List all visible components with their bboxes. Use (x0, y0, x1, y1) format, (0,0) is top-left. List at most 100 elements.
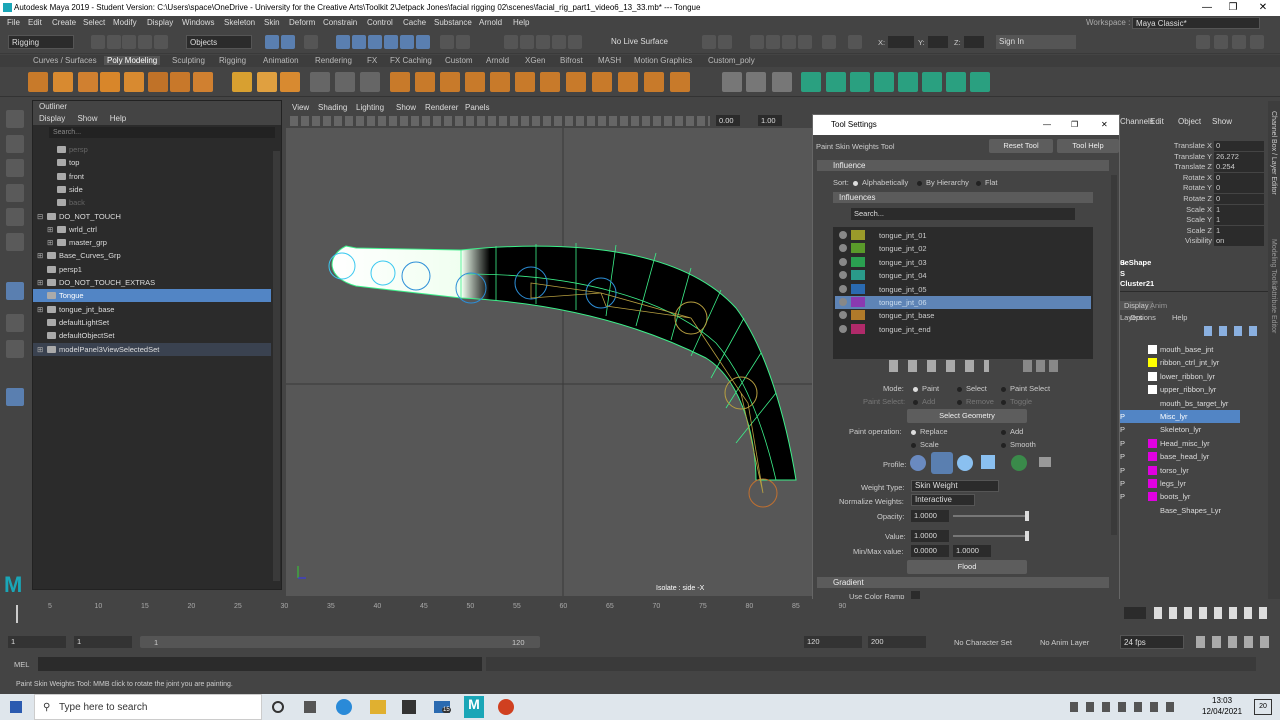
cortana-icon[interactable] (272, 701, 284, 713)
mode-paint-select[interactable]: Paint Select (1001, 384, 1050, 393)
paint-op-smooth[interactable]: Smooth (1001, 440, 1036, 449)
fps-dropdown[interactable]: 24 fps (1120, 635, 1184, 649)
outliner-row[interactable]: ⊞ master_grp (33, 236, 271, 249)
type-tool-icon[interactable] (257, 72, 277, 92)
channel-name[interactable]: Scale Z (1168, 226, 1212, 236)
expand-toggle-icon[interactable]: ⊟ (37, 210, 43, 223)
layer-row[interactable]: Pboots_lyr (1120, 490, 1240, 503)
menu-edit[interactable]: Edit (28, 18, 42, 27)
influence-color-swatch[interactable] (851, 297, 865, 307)
normalize-dropdown[interactable]: Interactive (911, 494, 975, 506)
undo-icon[interactable] (138, 35, 152, 49)
range-start-field[interactable]: 1 (74, 636, 132, 648)
layer-color-swatch[interactable] (1148, 358, 1157, 368)
menu-windows[interactable]: Windows (182, 18, 214, 27)
menu-display[interactable]: Display (147, 18, 173, 27)
influence-color-swatch[interactable] (851, 310, 865, 321)
remesh-icon[interactable] (440, 72, 460, 92)
channel-value[interactable]: 0 (1214, 194, 1264, 204)
menu-cache[interactable]: Cache (403, 18, 426, 27)
layer-menu-options[interactable]: Options (1130, 313, 1156, 322)
combine-icon[interactable] (335, 72, 355, 92)
outliner-row[interactable]: persp (33, 143, 271, 156)
outliner-row[interactable]: ⊞ Base_Curves_Grp (33, 249, 271, 262)
shelf-tab-motion-graphics[interactable]: Motion Graphics (634, 56, 692, 65)
select-geometry-button[interactable]: Select Geometry (907, 409, 1027, 423)
layer-playback-toggle[interactable]: P (1120, 437, 1125, 450)
menu-arnold[interactable]: Arnold (479, 18, 502, 27)
range-end-field[interactable]: 120 (804, 636, 862, 648)
select-hierarchy-icon[interactable] (265, 35, 279, 49)
side-by-side-icon[interactable] (6, 340, 24, 358)
circularize-icon[interactable] (618, 72, 638, 92)
super-shape-icon[interactable] (232, 72, 252, 92)
layer-row[interactable]: P Head_misc_lyr (1120, 437, 1240, 450)
layer-row[interactable]: P Misc_lyr (1120, 410, 1240, 423)
sort-alphabetically[interactable]: Alphabetically (853, 178, 908, 187)
expand-toggle-icon[interactable]: ⊞ (37, 343, 43, 356)
menu-create[interactable]: Create (52, 18, 76, 27)
channel-value[interactable]: 1 (1214, 215, 1264, 226)
sort-by-hierarchy[interactable]: By Hierarchy (917, 178, 969, 187)
mel-label[interactable]: MEL (14, 660, 29, 669)
layer-color-swatch[interactable] (1148, 492, 1157, 502)
menu-substance[interactable]: Substance (434, 18, 472, 27)
menu-skin[interactable]: Skin (264, 18, 280, 27)
influence-row[interactable]: tongue_jnt_05 (835, 283, 1091, 296)
mode-paint-radio[interactable] (913, 386, 918, 392)
menu-skeleton[interactable]: Skeleton (224, 18, 255, 27)
ps-add-radio[interactable] (913, 399, 918, 405)
min-field[interactable]: 0.0000 (911, 545, 949, 557)
paint-select-remove[interactable]: Remove (957, 397, 994, 406)
paint-op-scale-radio[interactable] (911, 442, 916, 448)
selection-mode-dropdown[interactable]: Objects (186, 35, 252, 49)
outliner-menu-show[interactable]: Show (77, 114, 97, 123)
paint-select-add[interactable]: Add (913, 397, 935, 406)
channel-box-icon[interactable] (798, 35, 812, 49)
near-clip-field[interactable]: 0.00 (716, 115, 740, 126)
layout-icon[interactable] (1196, 35, 1210, 49)
separate-icon[interactable] (360, 72, 380, 92)
select-object-icon[interactable] (281, 35, 295, 49)
outliner-row[interactable]: ⊞ wrld_ctrl (33, 223, 271, 236)
reset-tool-button[interactable]: Reset Tool (989, 139, 1053, 153)
expand-toggle-icon[interactable]: ⊞ (37, 249, 43, 262)
outliner-row[interactable]: Tongue (33, 289, 271, 303)
menu-deform[interactable]: Deform (289, 18, 315, 27)
opacity-slider-handle[interactable] (1025, 511, 1029, 521)
fill-hole-icon[interactable] (644, 72, 664, 92)
sign-in-dropdown[interactable]: Sign In (996, 35, 1076, 49)
mail-icon[interactable]: 15 (434, 701, 451, 713)
ps-toggle-radio[interactable] (1001, 399, 1006, 405)
flood-button[interactable]: Flood (907, 560, 1027, 574)
paint-op-replace-radio[interactable] (911, 429, 916, 435)
shelf-tab-custom[interactable]: Custom (445, 56, 473, 65)
snap-point-icon[interactable] (368, 35, 382, 49)
move-tool-icon[interactable] (6, 184, 24, 202)
shelf-tab-fx[interactable]: FX (367, 56, 377, 65)
menu-select[interactable]: Select (83, 18, 105, 27)
cb-menu-object[interactable]: Object (1178, 117, 1201, 126)
poly-platonic-icon[interactable] (193, 72, 213, 92)
layer-color-swatch[interactable] (1148, 398, 1157, 408)
layer-menu-help[interactable]: Help (1172, 313, 1187, 322)
layer-row[interactable]: ribbon_ctrl_jnt_lyr (1120, 356, 1240, 369)
mode-paint[interactable]: Paint (913, 384, 939, 393)
mel-input[interactable] (38, 657, 482, 671)
value-slider-handle[interactable] (1025, 531, 1029, 541)
multi-cut-icon[interactable] (722, 72, 742, 92)
edge-icon[interactable] (336, 699, 352, 715)
value-slider[interactable] (953, 535, 1029, 537)
layer-playback-toggle[interactable]: P (1120, 490, 1125, 503)
range-tool-icons[interactable] (1196, 636, 1270, 648)
channel-name[interactable]: Scale Y (1168, 215, 1212, 225)
layer-row[interactable]: Pbase_head_lyr (1120, 450, 1240, 463)
notification-icon[interactable]: 20 (1254, 699, 1272, 715)
outliner-row[interactable]: ⊟ DO_NOT_TOUCH (33, 210, 271, 223)
attribute-editor-toggle-icon[interactable] (718, 35, 732, 49)
lasso-tool-icon[interactable] (6, 135, 24, 153)
expand-toggle-icon[interactable]: ⊞ (37, 276, 43, 289)
playback-buttons[interactable] (1154, 607, 1274, 619)
layer-color-swatch[interactable] (1148, 438, 1157, 448)
menu-constrain[interactable]: Constrain (323, 18, 357, 27)
